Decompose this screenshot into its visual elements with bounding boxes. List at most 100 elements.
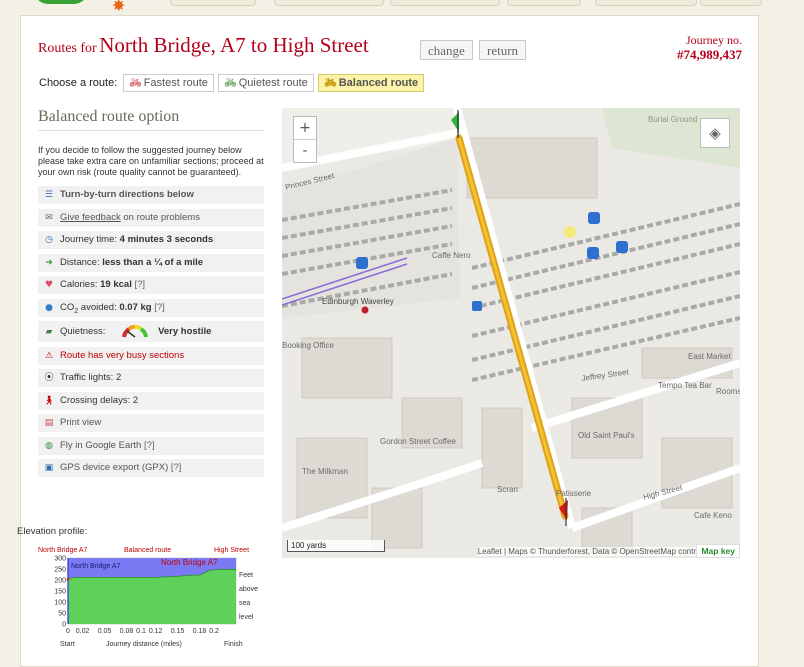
tab-quietest-route[interactable]: 🚲︎ Quietest route [218,74,314,92]
feedback-text: on route problems [123,211,200,223]
print-view-link[interactable]: Print view [60,417,101,428]
elevation-heading: Elevation profile: [17,526,88,537]
tab-fastest-route[interactable]: 🚲︎ Fastest route [123,74,214,92]
journey-time-row: ◷ Journey time: 4 minutes 3 seconds [38,231,264,249]
x-start-label: Start [60,641,75,648]
y-tick-label: 100 [54,600,66,607]
co2-help[interactable]: [?] [154,302,165,313]
x-tick-label: 0.1 [136,628,146,635]
time-value: 4 minutes 3 seconds [119,234,214,245]
calories-value: 19 kcal [100,279,132,290]
map-label: East Market [688,352,731,361]
co2-value: 0.07 kg [119,301,152,313]
map-label: Burial Ground [648,115,697,124]
map-canvas: Princes Street Edinburgh Waverley Caffe … [282,108,740,558]
bike-icon: 🚲︎ [224,78,237,89]
map-label: Cafe Keno [694,511,732,520]
quietness-icon: ▰ [45,327,53,337]
heart-icon: ♥ [44,280,54,290]
arrow-right-icon: ➜ [45,257,53,268]
page-title: Routes for North Bridge, A7 to High Stre… [38,33,369,58]
tab-balanced-route[interactable]: 🚲︎ Balanced route [318,74,425,92]
feedback-row: ✉ Give feedback on route problems [38,208,264,227]
y-axis-label: above [239,586,258,593]
google-earth-row[interactable]: ◍ Fly in Google Earth [?] [38,436,264,455]
google-earth-help[interactable]: [?] [144,440,155,451]
tab-label: Balanced route [338,77,419,89]
list-icon: ☰ [44,190,54,200]
y-tick-label: 300 [54,556,66,563]
logo-star-icon: ✸ [112,0,126,15]
nav-tab[interactable] [595,0,697,6]
x-tick-label: 0.18 [193,628,207,635]
change-button[interactable]: change [420,40,473,60]
start-point [66,577,70,581]
top-mid-label: Balanced route [124,547,171,554]
x-tick-label: 0.15 [171,628,185,635]
summary-heading: Balanced route option [38,108,264,131]
map-label: Gordon Street Coffee [380,437,456,446]
quietness-row: ▰ Quietness: Very hostile [38,321,264,342]
bike-icon: 🚲︎ [324,78,337,89]
map-label: The Milkman [302,467,348,476]
y-tick-label: 50 [58,611,66,618]
route-map[interactable]: Princes Street Edinburgh Waverley Caffe … [282,108,740,558]
print-view-row[interactable]: ▤ Print view [38,414,264,432]
y-tick-label: 200 [54,578,66,585]
zoom-out-button[interactable]: - [294,139,316,162]
directions-link[interactable]: Turn-by-turn directions below [60,189,194,200]
map-label: Patisserie [556,489,592,498]
feedback-link[interactable]: Give feedback [60,212,121,223]
crossing-delays-row: 🚶︎ Crossing delays: 2 [38,391,264,410]
y-axis-label: sea [239,600,250,607]
route-chooser-label: Choose a route: [39,77,118,89]
map-label: Scran [497,485,518,494]
route-summary: Balanced route option If you decide to f… [38,108,264,482]
calories-row: ♥ Calories: 19 kcal [?] [38,276,264,294]
x-tick-label: 0 [66,628,70,635]
distance-label: Distance: [60,256,100,268]
clock-icon: ◷ [45,235,53,245]
nav-tab[interactable] [507,0,581,6]
x-end-label: Finish [224,641,243,648]
elevation-chart-svg: North Bridge A7 Balanced route High Street… [38,547,258,648]
distance-value: less than a ¼ of a mile [102,256,204,268]
zoom-in-button[interactable]: + [294,117,316,139]
quietness-gauge-icon [122,324,149,338]
map-label: Old Saint Paul's [578,431,635,440]
y-axis-label: level [239,614,254,621]
x-tick-label: 0.2 [209,628,219,635]
map-label: Caffe Nero [432,251,471,260]
gpx-help[interactable]: [?] [171,462,182,473]
pedestrian-icon: 🚶︎ [43,395,55,406]
nav-tab[interactable] [274,0,384,6]
nav-tab[interactable] [170,0,256,6]
layers-icon[interactable]: ◈ [700,118,730,148]
quietness-label: Quietness: [60,326,106,337]
elevation-chart: North Bridge A7 Balanced route High Street… [36,543,266,656]
map-attribution[interactable]: Leaflet | Maps © Thunderforest, Data © O… [477,547,720,556]
earth-icon: ◍ [45,440,53,451]
top-left-label: North Bridge A7 [38,547,88,554]
series-label: North Bridge A7 [71,563,121,570]
map-label: Tempo Tea Bar [658,381,712,390]
bike-icon: 🚲︎ [129,78,142,89]
site-logo[interactable] [34,0,88,4]
time-label: Journey time: [60,234,118,245]
gpx-export-row[interactable]: ▣ GPS device export (GPX) [?] [38,459,264,477]
zoom-control: + - [293,116,317,163]
directions-row[interactable]: ☰ Turn-by-turn directions below [38,186,264,204]
globe-icon: ● [45,302,53,313]
nav-tab[interactable] [390,0,500,6]
google-earth-link[interactable]: Fly in Google Earth [60,440,141,451]
co2-row: ● CO2 avoided: 0.07 kg [?] [38,298,264,317]
top-right-label: High Street [214,547,249,554]
gps-device-icon: ▣ [44,463,54,473]
gpx-export-link[interactable]: GPS device export (GPX) [60,462,168,473]
map-key-button[interactable]: Map key [696,544,740,558]
traffic-lights-row: ⦿ Traffic lights: 2 [38,369,264,387]
return-button[interactable]: return [479,40,527,60]
nav-tab[interactable] [700,0,762,6]
traffic-light-icon: ⦿ [44,373,54,383]
calories-help[interactable]: [?] [134,279,145,290]
